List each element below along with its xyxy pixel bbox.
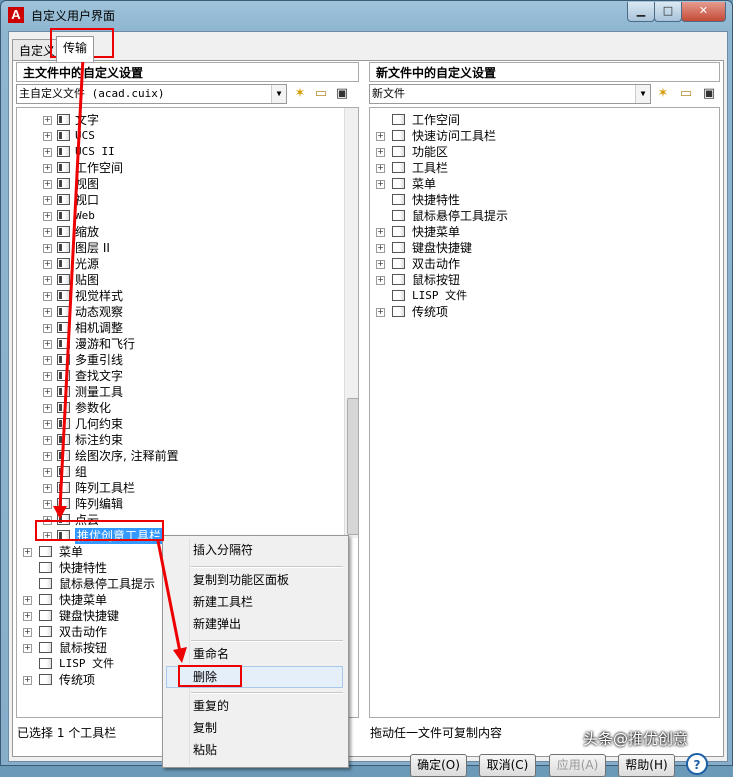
arrowhead-icon bbox=[173, 647, 187, 663]
watermark: 头条@推优创意 bbox=[583, 730, 689, 748]
annotation-arrow-down bbox=[58, 56, 85, 509]
tab-transfer[interactable]: 传输 bbox=[56, 36, 95, 62]
annotation-arrow-to-delete bbox=[156, 540, 182, 653]
arrowhead-icon bbox=[53, 506, 67, 519]
annotation-arrows bbox=[53, 56, 187, 663]
